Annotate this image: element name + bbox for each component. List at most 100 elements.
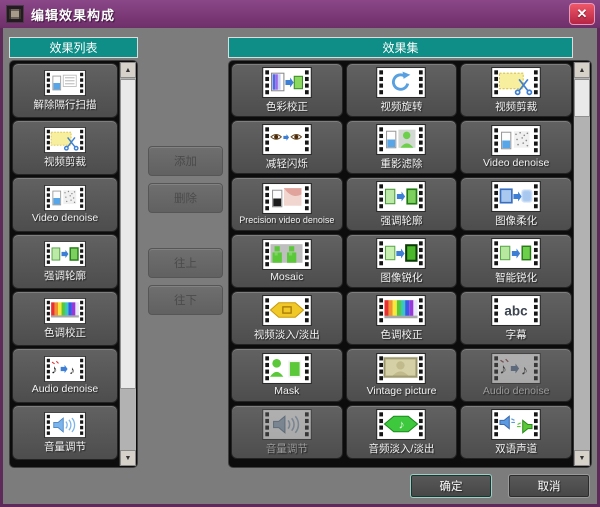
effect-item[interactable]: Video denoise bbox=[12, 177, 118, 232]
move-up-button[interactable]: 往上 bbox=[148, 248, 223, 278]
audio-denoise-icon: ♪♪ bbox=[42, 356, 88, 382]
vintage-picture-icon bbox=[373, 353, 429, 384]
effect-item-label: 音频淡入/淡出 bbox=[369, 441, 435, 456]
effect-item-label: 智能锐化 bbox=[495, 270, 537, 285]
effect-item[interactable]: 重影滤除 bbox=[346, 120, 458, 174]
effect-item[interactable]: ♪♪Audio denoise bbox=[12, 348, 118, 403]
effect-set-header: 效果集 bbox=[228, 37, 573, 58]
effect-item[interactable]: 音量调节 bbox=[231, 405, 343, 459]
svg-text:♪: ♪ bbox=[521, 363, 528, 378]
effect-item-label: 强调轮廓 bbox=[44, 268, 86, 283]
color-tone-icon bbox=[42, 298, 88, 324]
effect-item-label: 色彩校正 bbox=[266, 99, 308, 114]
move-down-button[interactable]: 往下 bbox=[148, 285, 223, 315]
scroll-up-icon[interactable]: ▲ bbox=[574, 62, 590, 78]
effect-set-scrollbar[interactable]: ▲ ▼ bbox=[573, 62, 590, 466]
video-fade-icon bbox=[259, 295, 315, 326]
effect-item-label: Video denoise bbox=[483, 157, 549, 169]
remove-button[interactable]: 删除 bbox=[148, 183, 223, 213]
effect-item-label: Mosaic bbox=[270, 271, 303, 283]
effect-item-label: 色调校正 bbox=[44, 325, 86, 340]
scrollbar-thumb[interactable] bbox=[574, 79, 590, 117]
precision-video-denoise-icon bbox=[259, 183, 315, 214]
video-crop-icon bbox=[42, 127, 88, 153]
effect-list-header: 效果列表 bbox=[9, 37, 138, 58]
effect-item-label: 双语声道 bbox=[495, 441, 537, 456]
effect-item-label: 视频淡入/淡出 bbox=[254, 327, 320, 342]
image-soften-icon bbox=[488, 181, 544, 212]
audio-fade-icon: ♪ bbox=[373, 409, 429, 440]
effect-list-panel: 解除隔行扫描视频剪裁 Video denoise 强调轮廓色调校正 ♪♪Audio d… bbox=[9, 60, 138, 468]
video-denoise-icon bbox=[42, 185, 88, 211]
effect-item-label: 音量调节 bbox=[44, 439, 86, 454]
effect-item[interactable]: abc字幕 bbox=[460, 291, 572, 345]
svg-text:♪: ♪ bbox=[69, 365, 75, 377]
effect-item-label: Precision video denoise bbox=[239, 215, 334, 225]
effect-item-label: Audio denoise bbox=[483, 385, 550, 397]
effect-item[interactable]: 强调轮廓 bbox=[346, 177, 458, 231]
audio-denoise-icon: ♪♪ bbox=[488, 353, 544, 384]
effect-item[interactable]: 双语声道 bbox=[460, 405, 572, 459]
effect-item[interactable]: 视频剪裁 bbox=[12, 120, 118, 175]
effect-item[interactable]: ♪音频淡入/淡出 bbox=[346, 405, 458, 459]
effect-item-label: 强调轮廓 bbox=[380, 213, 422, 228]
window-title: 编辑效果构成 bbox=[31, 5, 115, 24]
effect-item-label: 音量调节 bbox=[266, 441, 308, 456]
svg-text:♪: ♪ bbox=[500, 362, 507, 378]
mosaic-icon bbox=[259, 239, 315, 270]
volume-icon bbox=[42, 412, 88, 438]
effect-item[interactable]: 图像锐化 bbox=[346, 234, 458, 288]
effect-item-label: 图像柔化 bbox=[495, 213, 537, 228]
effect-item[interactable]: 图像柔化 bbox=[460, 177, 572, 231]
effect-item-label: 减轻闪烁 bbox=[266, 156, 308, 171]
bilingual-icon bbox=[488, 409, 544, 440]
effect-item[interactable]: 色彩校正 bbox=[231, 63, 343, 117]
effect-item[interactable]: 解除隔行扫描 bbox=[12, 63, 118, 118]
video-crop-icon bbox=[488, 67, 544, 98]
effect-item-label: 视频剪裁 bbox=[44, 154, 86, 169]
effect-item[interactable]: Mosaic bbox=[231, 234, 343, 288]
effect-item[interactable]: 强调轮廓 bbox=[12, 234, 118, 289]
svg-text:abc: abc bbox=[505, 303, 529, 318]
effect-item[interactable]: Vintage picture bbox=[346, 348, 458, 402]
mask-icon bbox=[259, 353, 315, 384]
effect-item-label: 视频剪裁 bbox=[495, 99, 537, 114]
effect-item[interactable]: 视频旋转 bbox=[346, 63, 458, 117]
effect-item[interactable]: ♪♪Audio denoise bbox=[460, 348, 572, 402]
cancel-button[interactable]: 取消 bbox=[508, 474, 590, 498]
add-button[interactable]: 添加 bbox=[148, 146, 223, 176]
color-tone-icon bbox=[373, 295, 429, 326]
effect-set-grid: 色彩校正 视频旋转 视频剪裁减轻闪烁 重影滤除 Video denoise Precisi… bbox=[231, 63, 572, 459]
effect-item[interactable]: 音量调节 bbox=[12, 405, 118, 460]
effect-item[interactable]: Video denoise bbox=[460, 120, 572, 174]
effect-item-label: Video denoise bbox=[32, 212, 98, 224]
scrollbar-thumb[interactable] bbox=[120, 79, 136, 389]
effect-item[interactable]: 色调校正 bbox=[346, 291, 458, 345]
app-icon bbox=[6, 5, 24, 23]
effect-item[interactable]: 智能锐化 bbox=[460, 234, 572, 288]
effect-item-label: Audio denoise bbox=[32, 383, 99, 395]
scroll-up-icon[interactable]: ▲ bbox=[120, 62, 136, 78]
effect-item[interactable]: Mask bbox=[231, 348, 343, 402]
ok-button[interactable]: 确定 bbox=[410, 474, 492, 498]
effect-list-scrollbar[interactable]: ▲ ▼ bbox=[119, 62, 136, 466]
scroll-down-icon[interactable]: ▼ bbox=[574, 450, 590, 466]
image-sharpen-icon bbox=[373, 238, 429, 269]
effect-list: 解除隔行扫描视频剪裁 Video denoise 强调轮廓色调校正 ♪♪Audio d… bbox=[12, 63, 118, 462]
scroll-down-icon[interactable]: ▼ bbox=[120, 450, 136, 466]
effect-item[interactable]: 色调校正 bbox=[12, 291, 118, 346]
volume-icon bbox=[259, 409, 315, 440]
color-correction-icon bbox=[259, 67, 315, 98]
effect-item[interactable]: 视频淡入/淡出 bbox=[231, 291, 343, 345]
effect-item-label: Mask bbox=[274, 385, 299, 397]
window-titlebar[interactable]: 编辑效果构成 ✕ bbox=[0, 0, 600, 28]
effect-item[interactable]: 减轻闪烁 bbox=[231, 120, 343, 174]
effect-item-label: 视频旋转 bbox=[380, 99, 422, 114]
dialog-window: 编辑效果构成 ✕ 效果列表 效果集 解除隔行扫描视频剪裁 Video denois… bbox=[0, 0, 600, 507]
close-icon[interactable]: ✕ bbox=[569, 3, 595, 25]
effect-item[interactable]: 视频剪裁 bbox=[460, 63, 572, 117]
reduce-flicker-icon bbox=[259, 124, 315, 155]
effect-item[interactable]: Precision video denoise bbox=[231, 177, 343, 231]
contour-icon bbox=[373, 181, 429, 212]
contour-icon bbox=[42, 241, 88, 267]
